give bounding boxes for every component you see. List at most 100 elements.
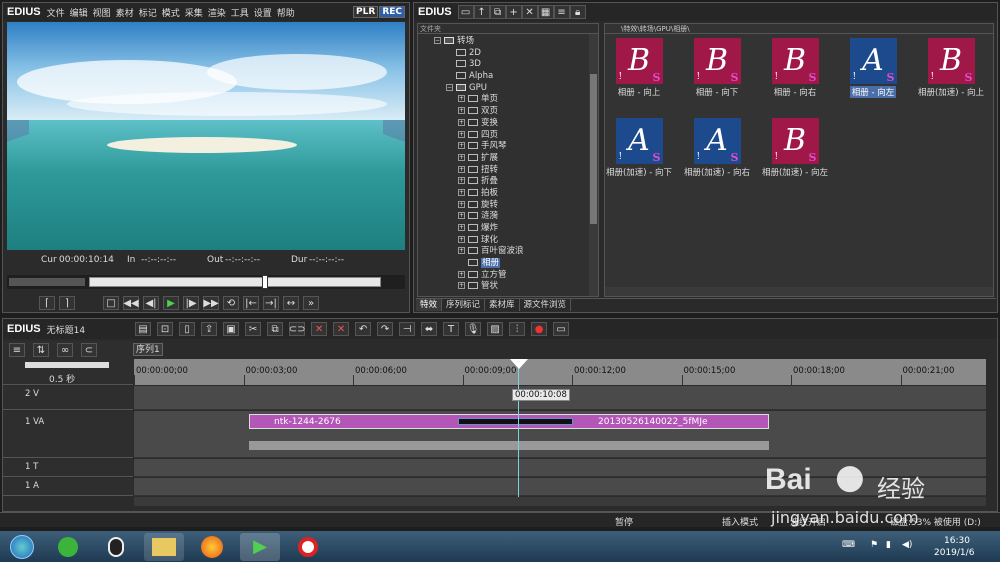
zoom-slider[interactable] (25, 362, 109, 368)
zoom-value[interactable]: 0.5 秒 (49, 372, 75, 385)
more-icon[interactable]: » (303, 296, 319, 310)
expand-toggle-icon[interactable]: − (446, 83, 453, 91)
plr-button[interactable]: PLR (353, 6, 379, 18)
split-icon[interactable]: ⊣ (399, 322, 416, 336)
rec-button[interactable]: REC (379, 6, 405, 18)
track-tool-4-icon[interactable]: ⊂ (81, 343, 97, 357)
track-tool-3-icon[interactable]: ∞ (57, 343, 73, 357)
playhead-handle[interactable] (510, 359, 528, 369)
expand-toggle-icon[interactable]: − (434, 37, 441, 44)
bin-tab[interactable]: 源文件浏览 (520, 299, 572, 311)
menu-item-10[interactable]: 帮助 (277, 6, 295, 19)
taskbar-app-firefox[interactable] (192, 533, 232, 561)
menu-item-3[interactable]: 素材 (116, 6, 134, 19)
razor-icon[interactable]: ✕ (311, 322, 328, 336)
menu-item-8[interactable]: 工具 (231, 6, 249, 19)
mic-icon[interactable]: 🎙︎ (465, 322, 482, 336)
playhead-line[interactable] (518, 359, 519, 497)
stop-icon[interactable]: □ (103, 296, 119, 310)
video-clip-1[interactable]: ntk-1244-2676 20130526140022_5fMJe (249, 414, 769, 429)
track-2v-header[interactable]: 2 V (3, 386, 133, 410)
tray-flag-icon[interactable]: ⚑ (870, 540, 878, 550)
play-icon[interactable]: ▶ (163, 296, 179, 310)
link-icon[interactable]: ⊂⊃ (289, 322, 305, 336)
set-in-icon[interactable]: ⌈ (39, 296, 55, 310)
track-1a-header[interactable]: 1 A (3, 478, 133, 496)
expand-toggle-icon[interactable]: + (458, 212, 465, 220)
expand-toggle-icon[interactable]: + (458, 224, 465, 231)
tree-item[interactable]: − GPU (418, 83, 598, 95)
tree-scrollbar[interactable] (589, 34, 598, 296)
bin-tab[interactable]: 序列标记 (442, 299, 486, 311)
effect-thumbnail[interactable]: A! S 相册(加速) - 向下 (599, 118, 679, 178)
expand-toggle-icon[interactable]: + (458, 200, 465, 208)
step-back-icon[interactable]: ◀| (143, 296, 159, 310)
capture-icon[interactable]: ⊡ (157, 322, 174, 336)
scrub-bar[interactable] (89, 277, 381, 287)
tree-item[interactable]: + 拍板 (418, 188, 598, 200)
tree-item[interactable]: + 百叶窗波浪 (418, 246, 598, 258)
render-icon[interactable]: ▨ (487, 322, 504, 336)
taskbar-app-qq[interactable] (96, 533, 136, 561)
taskbar-app-explorer[interactable] (144, 532, 184, 561)
tree-item[interactable]: − 转场 (418, 36, 598, 48)
replace-icon[interactable]: ↔ (283, 296, 299, 310)
set-out-icon[interactable]: ⌉ (59, 296, 75, 310)
expand-toggle-icon[interactable]: + (458, 247, 465, 255)
menu-item-9[interactable]: 设置 (254, 6, 272, 19)
loop-icon[interactable]: ⟲ (223, 296, 239, 310)
tree-item[interactable]: + 单页 (418, 94, 598, 106)
tree-item[interactable]: 2D (418, 48, 598, 60)
effect-thumbnail[interactable]: B! S 相册(加速) - 向上 (911, 38, 991, 98)
menu-item-1[interactable]: 编辑 (70, 6, 88, 19)
expand-toggle-icon[interactable]: + (458, 142, 465, 150)
tree-item[interactable]: + 扭转 (418, 165, 598, 177)
lock-icon[interactable]: 🔒︎ (569, 5, 586, 19)
save-icon[interactable]: ▣ (223, 322, 240, 336)
clock-time[interactable]: 16:30 (944, 536, 970, 546)
rec-icon[interactable]: ● (531, 322, 548, 336)
open-icon[interactable]: ⇪ (201, 322, 218, 336)
effect-thumbnail[interactable]: B! S 相册(加速) - 向左 (755, 118, 835, 178)
tree-item[interactable]: + 手风琴 (418, 141, 598, 153)
tree-item[interactable]: 相册 (418, 258, 598, 270)
tree-item[interactable]: Alpha (418, 71, 598, 83)
expand-toggle-icon[interactable]: + (458, 177, 465, 185)
scrub-playhead[interactable] (262, 275, 268, 289)
delete-icon[interactable]: ✕ (521, 5, 538, 19)
expand-toggle-icon[interactable]: + (458, 118, 465, 126)
menu-item-7[interactable]: 渲染 (208, 6, 226, 19)
undo-icon[interactable]: ↶ (355, 322, 372, 336)
track-1t-header[interactable]: 1 T (3, 459, 133, 477)
mixer-icon[interactable]: ⫶ (509, 322, 526, 336)
delete-clip-icon[interactable]: ✕ (333, 322, 350, 336)
taskbar-app-record[interactable] (288, 533, 328, 561)
title-icon[interactable]: T (443, 322, 460, 336)
expand-toggle-icon[interactable]: + (458, 95, 465, 103)
expand-toggle-icon[interactable]: + (458, 270, 465, 278)
expand-toggle-icon[interactable]: + (458, 107, 465, 115)
expand-toggle-icon[interactable]: + (458, 130, 465, 138)
paste-icon[interactable]: ⧉ (267, 322, 284, 336)
tree-item[interactable]: + 四页 (418, 130, 598, 142)
menu-item-2[interactable]: 视图 (93, 6, 111, 19)
tree-item[interactable]: 3D (418, 59, 598, 71)
bin-tab[interactable]: 素材库 (485, 299, 520, 311)
shuttle-slider[interactable] (9, 278, 85, 286)
track-1va-lane[interactable]: ntk-1244-2676 20130526140022_5fMJe (134, 411, 986, 458)
expand-toggle-icon[interactable]: + (458, 165, 465, 173)
effect-thumbnail[interactable]: B! S 相册 - 向右 (755, 38, 835, 98)
rewind-icon[interactable]: ◀◀ (123, 296, 139, 310)
tree-item[interactable]: + 变换 (418, 118, 598, 130)
effect-thumbnail[interactable]: A! S 相册 - 向左 (833, 38, 913, 98)
tree-item[interactable]: + 折叠 (418, 176, 598, 188)
tree-item[interactable]: + 旋转 (418, 200, 598, 212)
tree-item[interactable]: + 球化 (418, 235, 598, 247)
step-forward-icon[interactable]: |▶ (183, 296, 199, 310)
view-icon[interactable]: ▦ (537, 5, 554, 19)
start-button[interactable] (4, 533, 40, 561)
tree-item[interactable]: + 涟漪 (418, 211, 598, 223)
track-tool-1-icon[interactable]: ≡ (9, 343, 25, 357)
expand-toggle-icon[interactable]: + (458, 188, 465, 196)
redo-icon[interactable]: ↷ (377, 322, 394, 336)
